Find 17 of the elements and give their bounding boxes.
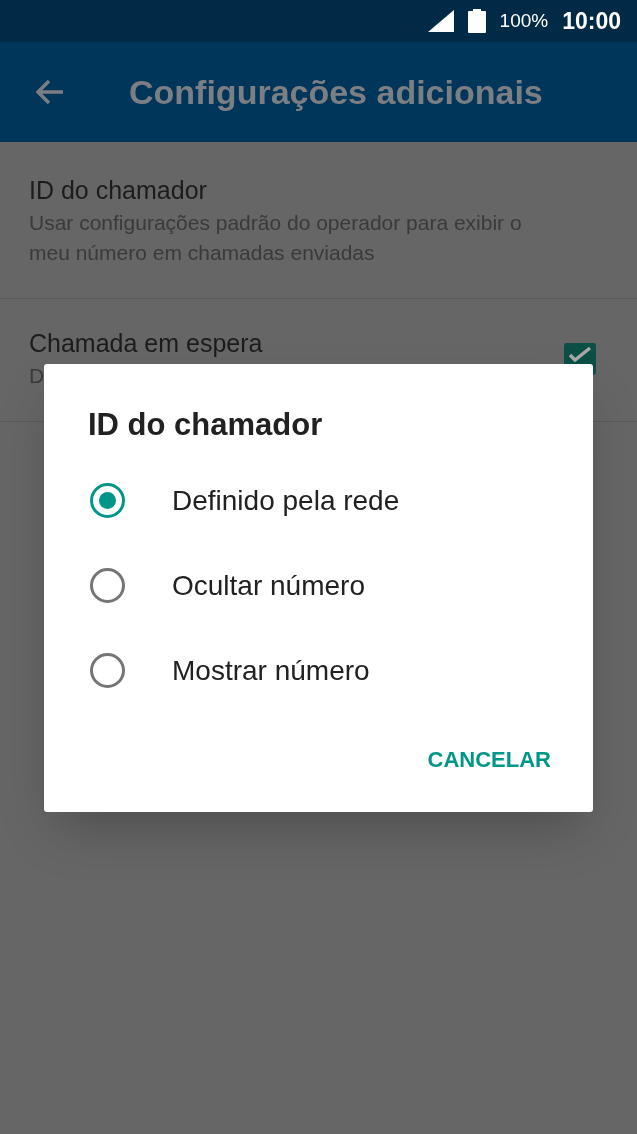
option-label[interactable]: Definido pela rede (172, 479, 400, 522)
checkmark-icon (568, 346, 592, 362)
radio-button[interactable] (90, 483, 125, 518)
cancel-button[interactable]: CANCELAR (415, 737, 563, 782)
battery-icon (467, 9, 486, 33)
radio-button[interactable] (90, 653, 125, 688)
option-label[interactable]: Mostrar número (172, 649, 370, 692)
screen-title: Configurações adicionais (129, 71, 543, 113)
signal-icon (427, 10, 454, 32)
back-arrow-icon[interactable] (35, 79, 65, 105)
clock: 10:00 (562, 6, 621, 36)
setting-title: ID do chamador (29, 176, 207, 204)
setting-title: Chamada em espera (29, 329, 263, 357)
option-label[interactable]: Ocultar número (172, 564, 365, 607)
battery-percent: 100% (499, 8, 549, 33)
radio-button[interactable] (90, 568, 125, 603)
dialog-title: ID do chamador (88, 406, 323, 444)
